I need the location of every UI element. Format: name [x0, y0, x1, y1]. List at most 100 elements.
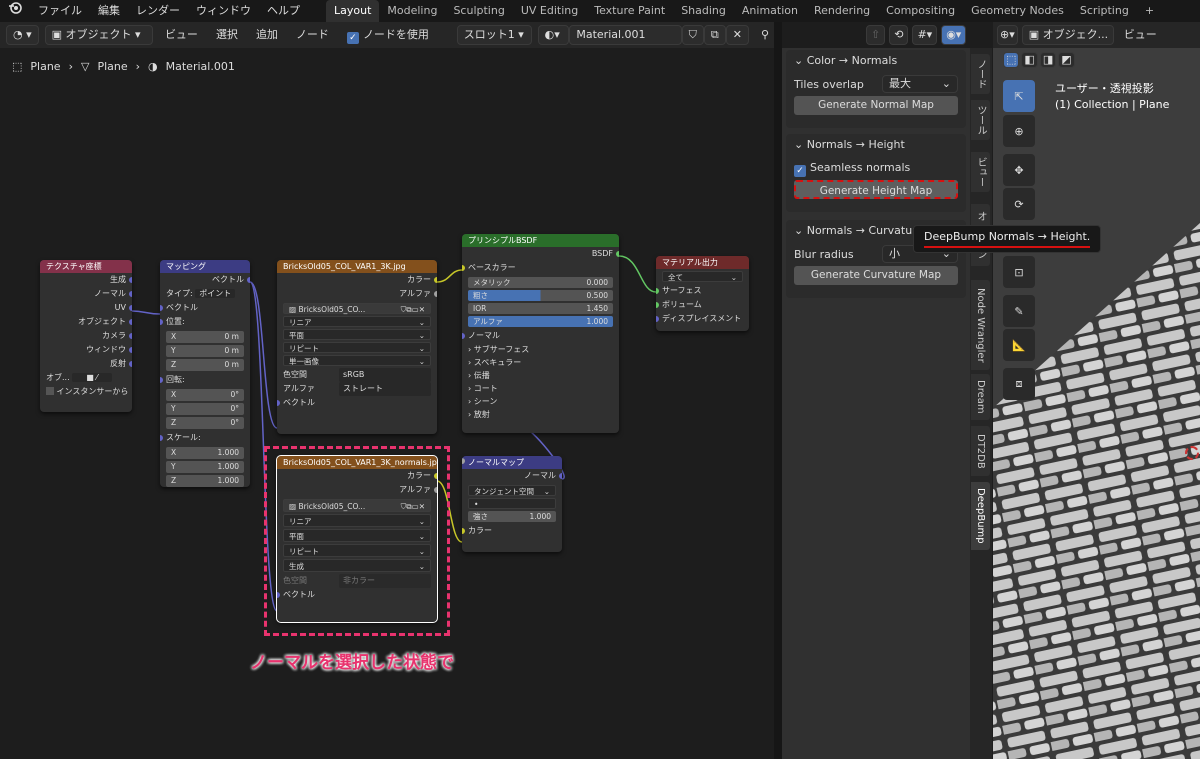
- panel-emission[interactable]: › 放射: [462, 408, 619, 421]
- tab-dream[interactable]: Dream: [971, 374, 990, 420]
- socket[interactable]: [434, 291, 437, 297]
- socket[interactable]: [160, 305, 163, 311]
- select-invert-icon[interactable]: ◩: [1058, 52, 1075, 68]
- metallic-field[interactable]: メタリック 0.000: [468, 277, 613, 288]
- projection-dropdown[interactable]: 平面 ⌄: [283, 329, 431, 340]
- socket[interactable]: [160, 435, 163, 441]
- select-subtract-icon[interactable]: ◨: [1039, 52, 1057, 68]
- snap-target-icon[interactable]: #▾: [912, 25, 938, 45]
- alpha-field[interactable]: アルファ 1.000: [468, 316, 613, 327]
- roughness-field[interactable]: 粗さ 0.500: [468, 290, 613, 301]
- socket[interactable]: [616, 251, 619, 257]
- object-field[interactable]: オブ... ■ ⁄: [40, 371, 132, 385]
- generate-normal-map-button[interactable]: Generate Normal Map: [794, 96, 958, 115]
- rot-x-field[interactable]: X 0°: [166, 389, 244, 401]
- tab-view[interactable]: ビュー: [971, 152, 990, 192]
- socket[interactable]: [129, 277, 132, 283]
- alpha-mode-row[interactable]: アルファ ストレート: [277, 382, 437, 396]
- rot-z-field[interactable]: Z 0°: [166, 417, 244, 429]
- target-dropdown[interactable]: 全て ⌄: [662, 271, 743, 282]
- socket[interactable]: [129, 347, 132, 353]
- move-tool-icon[interactable]: ✥: [1003, 154, 1035, 186]
- principled-bsdf-node[interactable]: プリンシプルBSDF BSDF ベースカラー メタリック 0.000 粗さ 0.50…: [462, 234, 619, 433]
- overlay-icon[interactable]: ◉▾: [941, 25, 967, 45]
- panel-transmission[interactable]: › 伝播: [462, 369, 619, 382]
- socket[interactable]: [129, 333, 132, 339]
- from-instancer-checkbox[interactable]: インスタンサーから: [40, 385, 132, 399]
- socket[interactable]: [129, 305, 132, 311]
- loc-y-field[interactable]: Y0 m: [166, 345, 244, 357]
- mapping-node[interactable]: マッピング ベクトル タイプ: ポイント ベクトル 位置: X0 m Y0 m …: [160, 260, 250, 487]
- scale-x-field[interactable]: X 1.000: [166, 447, 244, 459]
- select-new-icon[interactable]: ⬚: [1003, 52, 1020, 68]
- transform-tool-icon[interactable]: ⊡: [1003, 256, 1035, 288]
- tab-node-wrangler[interactable]: Node Wrangler: [971, 280, 990, 370]
- tab-compositing[interactable]: Compositing: [878, 0, 963, 22]
- tab-node[interactable]: ノード: [971, 54, 990, 94]
- area-divider[interactable]: [774, 22, 782, 759]
- socket[interactable]: [277, 400, 280, 406]
- select-box-tool-icon[interactable]: ⇱: [1003, 80, 1035, 112]
- tab-geometry-nodes[interactable]: Geometry Nodes: [963, 0, 1072, 22]
- tab-tool[interactable]: ツール: [971, 100, 990, 140]
- socket[interactable]: [559, 473, 562, 479]
- rotate-tool-icon[interactable]: ⟳: [1003, 188, 1035, 220]
- panel-coat[interactable]: › コート: [462, 382, 619, 395]
- tab-scripting[interactable]: Scripting: [1072, 0, 1137, 22]
- select-extend-icon[interactable]: ◧: [1021, 52, 1038, 68]
- viewport-view-menu[interactable]: ビュー: [1118, 25, 1163, 45]
- snap-icon[interactable]: ⟲: [889, 25, 909, 45]
- generate-height-map-button[interactable]: Generate Height Map: [794, 180, 958, 199]
- viewport-mode-dropdown[interactable]: ▣ オブジェク...: [1021, 25, 1114, 45]
- socket[interactable]: [129, 291, 132, 297]
- cursor-tool-icon[interactable]: ⊕: [1003, 115, 1035, 147]
- panel-header[interactable]: ⌄ Normals → Height: [786, 134, 966, 156]
- loc-x-field[interactable]: X0 m: [166, 331, 244, 343]
- rot-y-field[interactable]: Y 0°: [166, 403, 244, 415]
- interpolation-dropdown[interactable]: リニア ⌄: [283, 316, 431, 327]
- type-row[interactable]: タイプ: ポイント: [160, 287, 250, 301]
- socket[interactable]: [462, 528, 465, 534]
- colorspace-row[interactable]: 色空間 sRGB: [277, 368, 437, 382]
- strength-field[interactable]: 強さ 1.000: [462, 458, 556, 522]
- socket[interactable]: [656, 302, 659, 308]
- socket[interactable]: [462, 265, 465, 271]
- panel-specular[interactable]: › スペキュラー: [462, 356, 619, 369]
- texture-coordinate-node[interactable]: テクスチャ座標 生成 ノーマル UV オブジェクト カメラ ウィンドウ 反射 オ…: [40, 260, 132, 412]
- ior-field[interactable]: IOR 1.450: [468, 303, 613, 314]
- add-workspace-button[interactable]: +: [1137, 0, 1162, 22]
- socket[interactable]: [129, 319, 132, 325]
- scale-z-field[interactable]: Z 1.000: [166, 475, 244, 487]
- 3d-cursor-icon[interactable]: [1185, 446, 1199, 460]
- loc-z-field[interactable]: Z0 m: [166, 359, 244, 371]
- image-file-field[interactable]: ▨ BricksOld05_CO... ⛉⧉▭✕: [283, 303, 431, 314]
- generate-curvature-map-button[interactable]: Generate Curvature Map: [794, 266, 958, 285]
- panel-header[interactable]: ⌄ Color → Normals: [786, 50, 966, 72]
- add-cube-tool-icon[interactable]: ⧈: [1003, 368, 1035, 400]
- tab-rendering[interactable]: Rendering: [806, 0, 878, 22]
- extension-dropdown[interactable]: リピート ⌄: [283, 342, 431, 353]
- socket[interactable]: [160, 377, 163, 383]
- editor-type-dropdown[interactable]: ⊕▾: [997, 25, 1018, 45]
- tab-deepbump[interactable]: DeepBump: [971, 482, 990, 550]
- socket[interactable]: [656, 316, 659, 322]
- annotate-tool-icon[interactable]: ✎: [1003, 295, 1035, 327]
- source-dropdown[interactable]: 単一画像 ⌄: [283, 355, 431, 366]
- image-texture-color-node[interactable]: BricksOld05_COL_VAR1_3K.jpg カラー アルファ ▨ B…: [277, 260, 437, 434]
- tab-dt2db[interactable]: DT2DB: [971, 426, 990, 476]
- socket[interactable]: [434, 277, 437, 283]
- normal-map-node[interactable]: ノーマルマップ ノーマル タンジェント空間 ⌄ • 強さ 1.000 カラー: [462, 456, 562, 552]
- socket[interactable]: [656, 288, 659, 294]
- space-dropdown[interactable]: タンジェント空間 ⌄: [468, 485, 556, 496]
- parent-node-icon[interactable]: ⇧: [866, 25, 886, 45]
- panel-subsurface[interactable]: › サブサーフェス: [462, 343, 619, 356]
- material-output-node[interactable]: マテリアル出力 全て ⌄ サーフェス ボリューム ディスプレイスメント: [656, 256, 749, 331]
- socket[interactable]: [129, 361, 132, 367]
- socket[interactable]: [247, 277, 250, 283]
- panel-sheen[interactable]: › シーン: [462, 395, 619, 408]
- socket[interactable]: [160, 319, 163, 325]
- socket[interactable]: [462, 333, 465, 339]
- scale-y-field[interactable]: Y 1.000: [166, 461, 244, 473]
- measure-tool-icon[interactable]: 📐: [1003, 329, 1035, 361]
- uvmap-field[interactable]: •: [468, 498, 556, 509]
